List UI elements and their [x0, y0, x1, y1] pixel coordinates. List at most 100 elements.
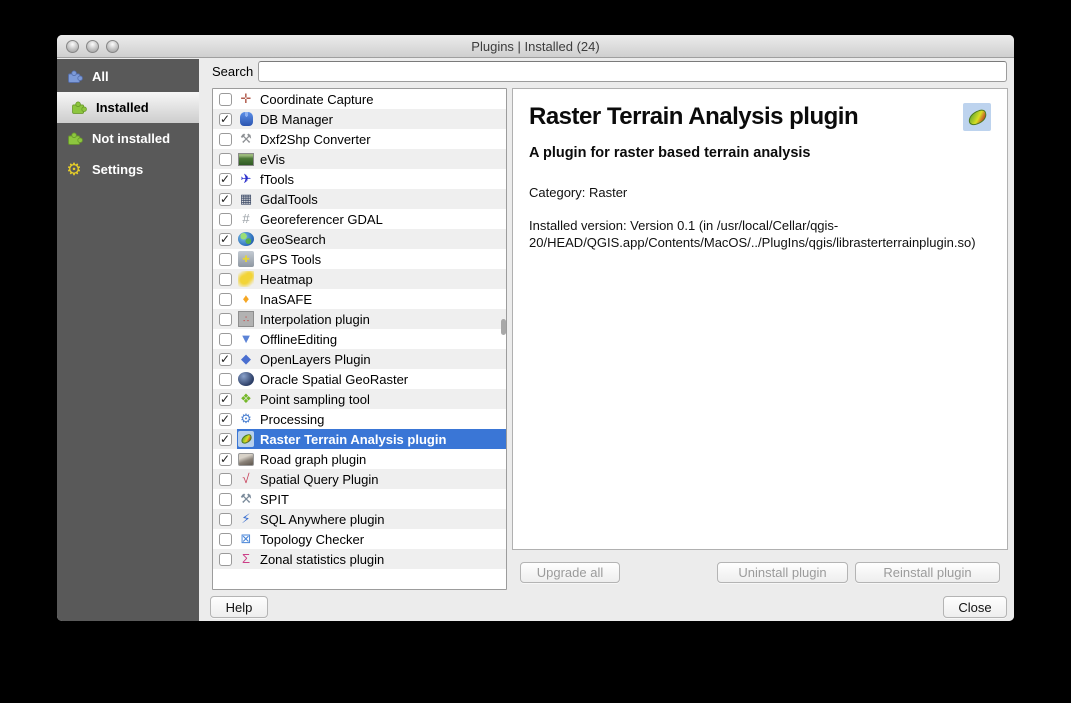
sidebar-item-installed[interactable]: Installed [57, 92, 199, 123]
plugin-row[interactable]: ✓ ◆ OpenLayers Plugin [213, 349, 506, 369]
search-label: Search [212, 64, 254, 79]
plugin-row-content: Σ Zonal statistics plugin [237, 549, 506, 569]
checkbox-checked[interactable]: ✓ [218, 392, 232, 406]
close-button[interactable]: Close [943, 596, 1007, 618]
plugin-row-content: ⚒ Dxf2Shp Converter [237, 129, 506, 149]
ftools-icon: ✈ [240, 171, 252, 186]
checkbox-unchecked[interactable] [218, 312, 232, 326]
plugin-row[interactable]: ∴ Interpolation plugin [213, 309, 506, 329]
category-sidebar: All Installed Not installed ⚙ Settings [57, 59, 199, 621]
sql-anywhere-icon: ⚡ [241, 511, 251, 526]
checkbox-unchecked[interactable] [218, 212, 232, 226]
plugin-row[interactable]: ⚒ SPIT [213, 489, 506, 509]
plugin-row-content: ▼ OfflineEditing [237, 329, 506, 349]
plugin-checkbox-cell [213, 369, 237, 389]
plugin-name: Zonal statistics plugin [260, 551, 385, 567]
plugin-manager-window: Plugins | Installed (24) All Installed Not… [57, 35, 1014, 621]
checkbox-unchecked[interactable] [218, 512, 232, 526]
plugin-row-content: ♦ InaSAFE [237, 289, 506, 309]
checkbox-checked[interactable]: ✓ [218, 232, 232, 246]
sidebar-item-settings[interactable]: ⚙ Settings [57, 154, 199, 185]
plugin-row[interactable]: ✚ GPS Tools [213, 249, 506, 269]
checkbox-checked[interactable]: ✓ [218, 432, 232, 446]
plugin-row[interactable]: ✓ GeoSearch [213, 229, 506, 249]
plugin-row[interactable]: ✓ ▦ GdalTools [213, 189, 506, 209]
interpolation-icon: ∴ [238, 311, 254, 327]
plugin-row[interactable]: ✓ ❖ Point sampling tool [213, 389, 506, 409]
plugin-name: Coordinate Capture [260, 91, 374, 107]
plugin-row[interactable]: ✓ ⚙ Processing [213, 409, 506, 429]
sidebar-item-not-installed[interactable]: Not installed [57, 123, 199, 154]
plugin-row-content: ◆ OpenLayers Plugin [237, 349, 506, 369]
checkbox-checked[interactable]: ✓ [218, 192, 232, 206]
plugin-row-content: ⚙ Processing [237, 409, 506, 429]
offline-editing-icon: ▼ [239, 331, 253, 346]
plugin-checkbox-cell [213, 129, 237, 149]
uninstall-plugin-button[interactable]: Uninstall plugin [717, 562, 848, 583]
checkbox-unchecked[interactable] [218, 252, 232, 266]
plugin-row[interactable]: Heatmap [213, 269, 506, 289]
plugin-row[interactable]: ✛ Coordinate Capture [213, 89, 506, 109]
coordinate-capture-icon: ✛ [240, 91, 252, 106]
plugin-name: Road graph plugin [260, 451, 367, 467]
plugin-checkbox-cell [213, 509, 237, 529]
plugin-row[interactable]: ✓ Road graph plugin [213, 449, 506, 469]
sidebar-item-all[interactable]: All [57, 61, 199, 92]
gps-tools-icon: ✚ [238, 251, 254, 267]
plugin-checkbox-cell [213, 309, 237, 329]
checkbox-checked[interactable]: ✓ [218, 172, 232, 186]
plugin-name: GdalTools [260, 191, 318, 207]
checkbox-unchecked[interactable] [218, 532, 232, 546]
checkbox-unchecked[interactable] [218, 292, 232, 306]
plugin-row[interactable]: # Georeferencer GDAL [213, 209, 506, 229]
upgrade-all-button[interactable]: Upgrade all [520, 562, 620, 583]
plugin-row[interactable]: ⚒ Dxf2Shp Converter [213, 129, 506, 149]
plugin-checkbox-cell: ✓ [213, 429, 237, 449]
checkbox-unchecked[interactable] [218, 152, 232, 166]
plugin-row[interactable]: Oracle Spatial GeoRaster [213, 369, 506, 389]
plugin-row[interactable]: ✓ DB Manager [213, 109, 506, 129]
checkbox-checked[interactable]: ✓ [218, 412, 232, 426]
checkbox-checked[interactable]: ✓ [218, 112, 232, 126]
checkbox-unchecked[interactable] [218, 272, 232, 286]
checkbox-unchecked[interactable] [218, 492, 232, 506]
point-sampling-icon: ❖ [240, 391, 252, 406]
checkbox-unchecked[interactable] [218, 332, 232, 346]
search-input[interactable] [258, 61, 1007, 82]
plugin-row[interactable]: ⊠ Topology Checker [213, 529, 506, 549]
plugin-row[interactable]: √ Spatial Query Plugin [213, 469, 506, 489]
spit-icon: ⚒ [240, 491, 252, 506]
checkbox-unchecked[interactable] [218, 472, 232, 486]
dxf2shp-icon: ⚒ [240, 131, 252, 146]
plugin-checkbox-cell [213, 269, 237, 289]
reinstall-plugin-button[interactable]: Reinstall plugin [855, 562, 1000, 583]
plugin-row[interactable]: ▼ OfflineEditing [213, 329, 506, 349]
checkbox-unchecked[interactable] [218, 372, 232, 386]
checkbox-unchecked[interactable] [218, 92, 232, 106]
plugin-row-content: Oracle Spatial GeoRaster [237, 369, 506, 389]
plugin-row-content: ∴ Interpolation plugin [237, 309, 506, 329]
processing-icon: ⚙ [240, 411, 252, 426]
plugin-checkbox-cell: ✓ [213, 169, 237, 189]
main-area: Search ✛ Coordinate Capture ✓ DB Manager ⚒ Dx… [199, 59, 1014, 621]
plugin-row[interactable]: ⚡ SQL Anywhere plugin [213, 509, 506, 529]
help-button[interactable]: Help [210, 596, 268, 618]
checkbox-checked[interactable]: ✓ [218, 352, 232, 366]
inasafe-icon: ♦ [242, 291, 250, 306]
plugin-row[interactable]: eVis [213, 149, 506, 169]
plugin-row-content: ✚ GPS Tools [237, 249, 506, 269]
plugin-checkbox-cell: ✓ [213, 449, 237, 469]
checkbox-unchecked[interactable] [218, 552, 232, 566]
plugin-row[interactable]: ♦ InaSAFE [213, 289, 506, 309]
plugin-detail-icon [963, 103, 991, 131]
title-bar[interactable]: Plugins | Installed (24) [57, 35, 1014, 58]
plugin-checkbox-cell [213, 249, 237, 269]
plugin-name: GeoSearch [260, 231, 326, 247]
list-scrollbar-grip[interactable] [501, 319, 506, 335]
plugin-row[interactable]: ✓ ✈ fTools [213, 169, 506, 189]
plugin-row[interactable]: Σ Zonal statistics plugin [213, 549, 506, 569]
checkbox-unchecked[interactable] [218, 132, 232, 146]
checkbox-checked[interactable]: ✓ [218, 452, 232, 466]
plugin-row[interactable]: ✓ Raster Terrain Analysis plugin [213, 429, 506, 449]
plugin-checkbox-cell [213, 289, 237, 309]
